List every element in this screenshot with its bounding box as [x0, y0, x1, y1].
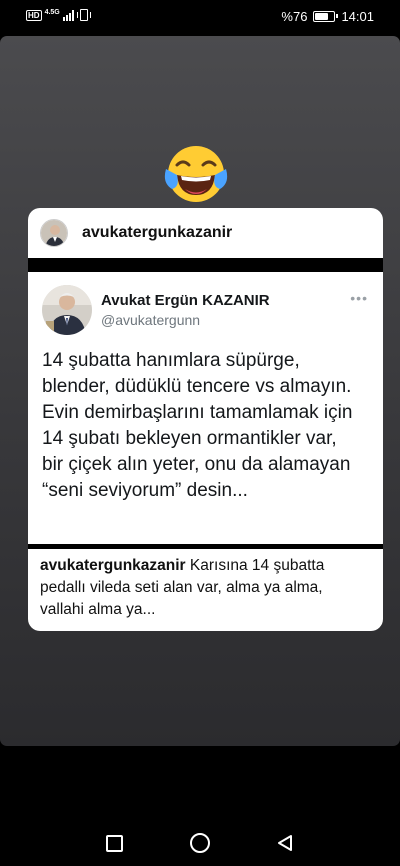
navigation-bar	[0, 818, 400, 866]
battery-percentage: %76	[281, 9, 308, 24]
back-icon[interactable]	[276, 834, 294, 852]
status-right-group: %76 14:01	[281, 9, 374, 24]
story-panel[interactable]: avukatergunkazanir Avukat Ergün KAZANIR …	[0, 36, 400, 746]
vibrate-icon	[76, 9, 91, 21]
signal-strength-icon	[62, 9, 74, 21]
tweet-line: 14 şubatı bekleyen ormantikler var,	[42, 428, 337, 449]
tweet-handle: @avukatergunn	[101, 312, 201, 328]
status-bar: HD 4.5G %76 14:01	[0, 0, 400, 34]
caption-username[interactable]: avukatergunkazanir	[40, 557, 186, 574]
tweet-line: bir çiçek alın yeter, onu da alamayan	[42, 454, 351, 475]
post-username[interactable]: avukatergunkazanir	[82, 224, 232, 242]
post-header: avukatergunkazanir	[28, 208, 383, 258]
tweet-display-name: Avukat Ergün KAZANIR	[101, 292, 270, 309]
battery-icon	[313, 11, 339, 22]
home-icon[interactable]	[190, 833, 210, 853]
shared-post-card[interactable]: avukatergunkazanir Avukat Ergün KAZANIR …	[28, 208, 383, 631]
network-type-label: 4.5G	[44, 9, 60, 16]
post-caption: avukatergunkazanir Karısına 14 şubatta p…	[40, 555, 370, 621]
battery-level-fill	[315, 13, 329, 20]
divider-band	[28, 258, 383, 272]
tweet-avatar	[42, 285, 92, 335]
face-with-tears-of-joy-icon	[164, 146, 228, 202]
clock: 14:01	[341, 9, 374, 24]
hd-voice-icon: HD	[26, 9, 42, 21]
avatar-photo-icon	[41, 220, 67, 246]
tweet-avatar-photo-icon	[42, 285, 92, 335]
tweet-line: 14 şubatta hanımlara süpürge,	[42, 350, 300, 371]
tweet-line: “seni seviyorum” desin...	[42, 480, 248, 501]
tweet-line: Evin demirbaşlarını tamamlamak için	[42, 402, 353, 423]
tweet-text: 14 şubatta hanımlara süpürge, blender, d…	[42, 348, 380, 504]
tweet-screenshot: Avukat Ergün KAZANIR @avukatergunn ••• 1…	[28, 272, 383, 544]
more-options-icon: •••	[350, 290, 368, 306]
tweet-line: blender, düdüklü tencere vs almayın.	[42, 376, 352, 397]
user-avatar[interactable]	[40, 219, 68, 247]
status-left-group: HD 4.5G	[26, 9, 91, 21]
recent-apps-icon[interactable]	[106, 835, 123, 852]
caption-divider	[28, 544, 383, 549]
